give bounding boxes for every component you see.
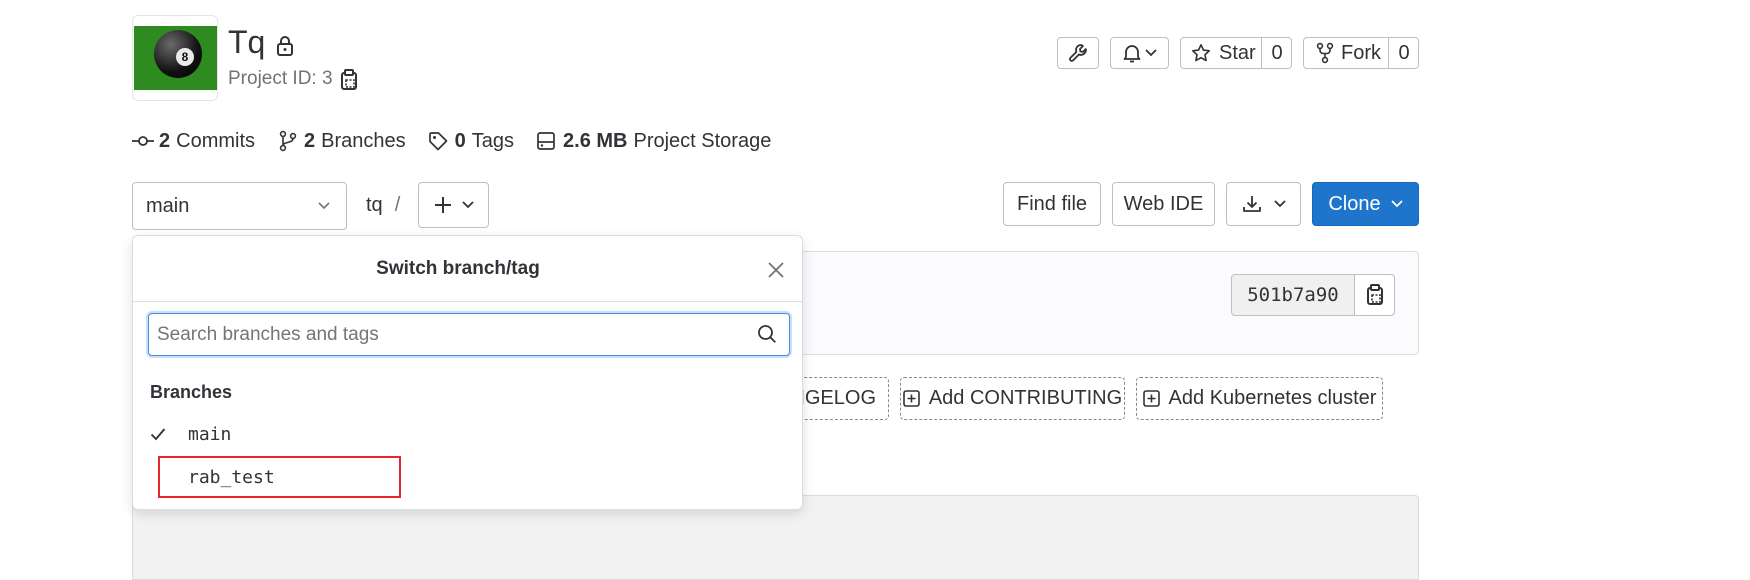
branch-icon [279,130,297,152]
plus-square-icon [903,390,920,407]
fork-count: 0 [1398,41,1410,64]
chevron-down-icon [1144,49,1157,57]
add-contributing-label: Add CONTRIBUTING [928,387,1123,409]
download-icon [1242,194,1262,214]
chevron-down-icon [318,202,330,210]
clone-button[interactable]: Clone [1312,182,1419,226]
branch-search [148,313,790,356]
branch-select-value: main [146,194,190,217]
branches-section-title: Branches [150,382,233,402]
stats-row: 2 Commits 2 Branches 0 Tags 2.6 MB Proje… [132,128,771,154]
fork-label: Fork [1341,41,1381,64]
commits-label: Commits [176,129,256,152]
fork-button[interactable]: Fork 0 [1303,37,1419,69]
clone-label: Clone [1328,192,1381,215]
add-changelog-label: NGELOG [790,387,876,409]
notifications-button[interactable] [1110,37,1169,69]
plus-square-icon [1142,390,1160,407]
search-icon [757,324,777,344]
breadcrumb-separator: / [394,194,401,216]
chevron-down-icon [1390,200,1403,208]
download-button[interactable] [1226,182,1301,226]
add-to-tree-button[interactable] [418,182,489,228]
commits-link[interactable]: 2 Commits [132,130,255,153]
add-kubernetes-button[interactable]: Add Kubernetes cluster [1136,377,1383,420]
settings-button[interactable] [1057,37,1099,69]
commit-sha-group: 501b7a90 [1231,274,1395,316]
storage-link[interactable]: 2.6 MB Project Storage [536,130,771,153]
plus-icon [434,196,452,214]
eight-ball-image: 8 [134,26,217,90]
star-count: 0 [1271,41,1283,64]
fork-icon [1316,42,1334,64]
commit-sha[interactable]: 501b7a90 [1232,275,1354,315]
star-icon [1191,43,1211,63]
lock-icon [276,36,294,56]
tags-label: Tags [471,129,515,152]
copy-sha-button[interactable] [1355,275,1394,315]
wrench-icon [1068,43,1088,63]
storage-size: 2.6 MB [563,129,628,152]
close-icon[interactable] [767,261,785,279]
tag-icon [428,131,448,151]
project-id: Project ID: 3 [228,68,333,89]
chevron-down-icon [461,201,474,209]
branches-link[interactable]: 2 Branches [279,130,406,153]
branches-label: Branches [321,129,406,152]
copy-project-id-icon[interactable] [340,69,358,91]
star-label: Star [1219,41,1256,64]
branches-count: 2 [304,129,316,152]
star-button[interactable]: Star 0 [1180,37,1292,69]
check-icon [150,427,188,441]
copy-icon [1366,284,1384,306]
web-ide-button[interactable]: Web IDE [1112,182,1215,226]
tags-count: 0 [454,129,466,152]
add-contributing-button[interactable]: Add CONTRIBUTING [900,377,1125,420]
branch-item-main[interactable]: main [150,422,231,446]
commits-count: 2 [159,129,171,152]
commit-icon [132,134,154,148]
find-file-button[interactable]: Find file [1003,182,1101,226]
tags-link[interactable]: 0 Tags [428,130,514,153]
breadcrumb-root[interactable]: tq [366,194,383,217]
project-avatar[interactable]: 8 [132,15,218,101]
branch-dropdown: Switch branch/tag Branches main rab_test [132,235,803,510]
add-kubernetes-label: Add Kubernetes cluster [1168,387,1377,409]
bell-icon [1123,43,1141,63]
storage-label: Project Storage [633,129,772,152]
dropdown-title: Switch branch/tag [376,258,540,279]
branch-item-rab-test[interactable]: rab_test [158,456,401,498]
breadcrumb: tq / [366,194,400,217]
storage-icon [536,131,556,151]
chevron-down-icon [1273,200,1286,208]
branch-item-label: rab_test [188,466,275,488]
branch-select[interactable]: main [132,182,347,230]
project-title: Tq [228,24,266,60]
branch-item-label: main [188,423,232,445]
branch-search-input[interactable] [157,314,747,355]
